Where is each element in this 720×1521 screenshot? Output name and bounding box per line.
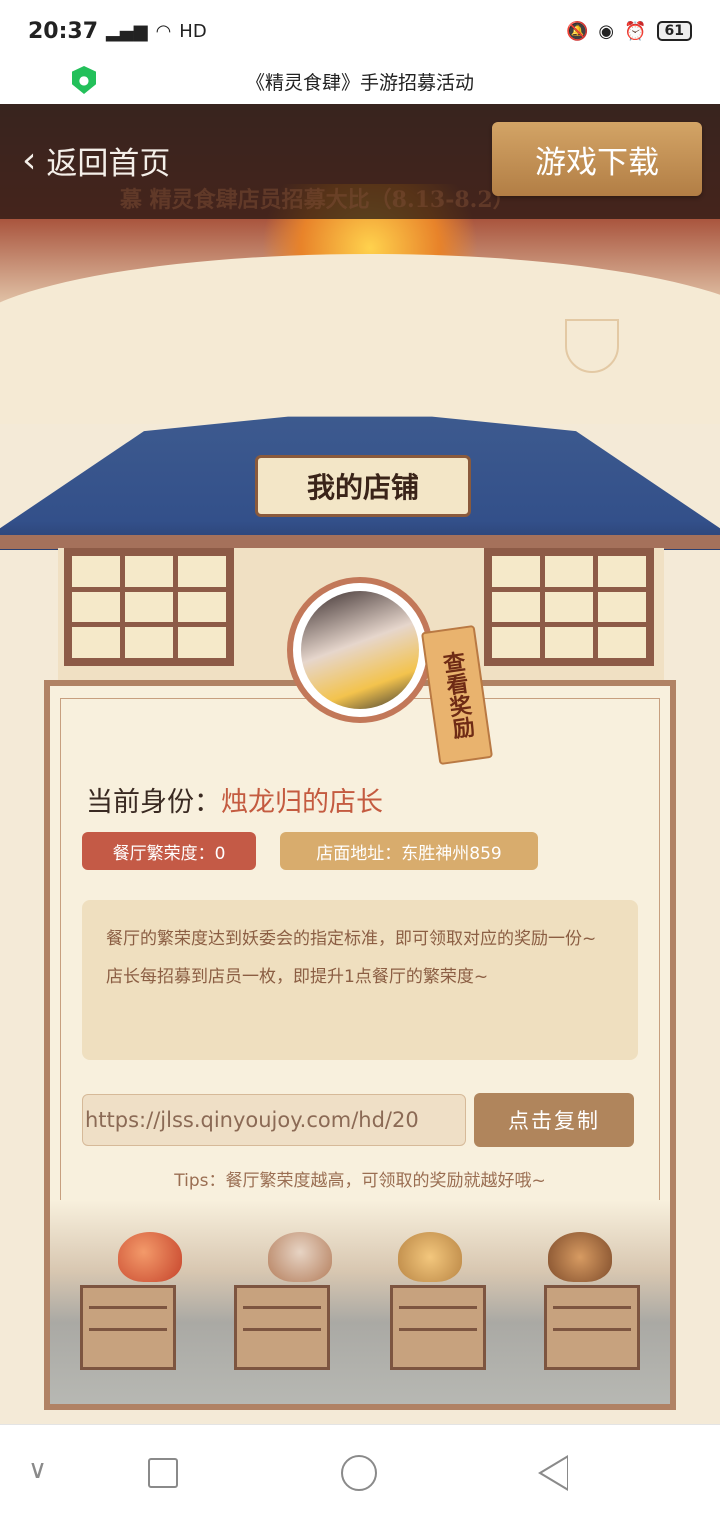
- alarm-icon: ⏰: [624, 20, 647, 42]
- hd-icon: HD: [179, 20, 207, 42]
- rotation-lock-icon: ◉: [598, 20, 615, 42]
- battery-indicator: 61: [656, 21, 692, 41]
- collapse-down-icon[interactable]: ∨: [28, 1455, 47, 1485]
- avatar-image: [301, 591, 419, 709]
- copy-link-button[interactable]: 点击复制: [474, 1093, 634, 1147]
- recent-apps-button[interactable]: [148, 1458, 178, 1488]
- home-button[interactable]: [341, 1455, 377, 1491]
- identity-label: 当前身份：: [86, 787, 221, 818]
- game-download-button[interactable]: 游戏下载: [492, 122, 702, 196]
- shop-sign: 我的店铺: [255, 455, 471, 517]
- dish-pedestal: [80, 1285, 176, 1370]
- browser-title-bar: ● 《精灵食肆》手游招募活动: [0, 62, 720, 105]
- prosperity-badge: 餐厅繁荣度：0: [82, 832, 256, 870]
- back-home-button[interactable]: ‹ 返回首页: [22, 138, 170, 183]
- dish-pedestal: [390, 1285, 486, 1370]
- roast-dish-icon: [548, 1232, 612, 1282]
- fish-cake-dish-icon: [398, 1232, 462, 1282]
- seafood-dish-icon: [268, 1232, 332, 1282]
- dish-pedestal: [234, 1285, 330, 1370]
- invite-url-field[interactable]: https://jlss.qinyoujoy.com/hd/20: [82, 1094, 466, 1146]
- identity-value: 烛龙归的店长: [221, 787, 383, 818]
- status-time: 20:37: [28, 18, 99, 44]
- system-nav-bar: ∨: [0, 1424, 720, 1521]
- page-title: 《精灵食肆》手游招募活动: [245, 72, 474, 94]
- address-badge: 店面地址：东胜神州859: [280, 832, 538, 870]
- shopkeeper-avatar: [287, 577, 433, 723]
- shop-window-left: [64, 548, 234, 666]
- description-line-1: 餐厅的繁荣度达到妖委会的指定标准，即可领取对应的奖励一份~: [106, 929, 597, 949]
- pumpkin-dish-icon: [118, 1232, 182, 1282]
- tips-text: Tips：餐厅繁荣度越高，可领取的奖励就越好哦~: [174, 1171, 546, 1191]
- identity-line: 当前身份：烛龙归的店长: [86, 780, 383, 819]
- roof-trim: [0, 535, 720, 549]
- wifi-icon: ◠: [155, 20, 172, 42]
- description-line-2: 店长每招募到店员一枚，即提升1点餐厅的繁荣度~: [106, 967, 489, 987]
- back-home-label: 返回首页: [46, 146, 171, 182]
- chevron-left-icon: ‹: [22, 140, 37, 181]
- shop-window-right: [484, 548, 654, 666]
- signal-icon: ▂▄▆: [106, 20, 148, 42]
- banner-title: 慕 精灵食肆店员招募大比（8.13-8.2）: [120, 187, 515, 213]
- noodle-bowl-icon: [565, 319, 619, 373]
- back-button[interactable]: [538, 1455, 568, 1491]
- description-box: 餐厅的繁荣度达到妖委会的指定标准，即可领取对应的奖励一份~ 店长每招募到店员一枚…: [82, 900, 638, 1060]
- status-bar: 20:37 ▂▄▆ ◠ HD 🔕 ◉ ⏰ 61: [0, 0, 720, 62]
- mute-icon: 🔕: [565, 20, 589, 42]
- dish-pedestal: [544, 1285, 640, 1370]
